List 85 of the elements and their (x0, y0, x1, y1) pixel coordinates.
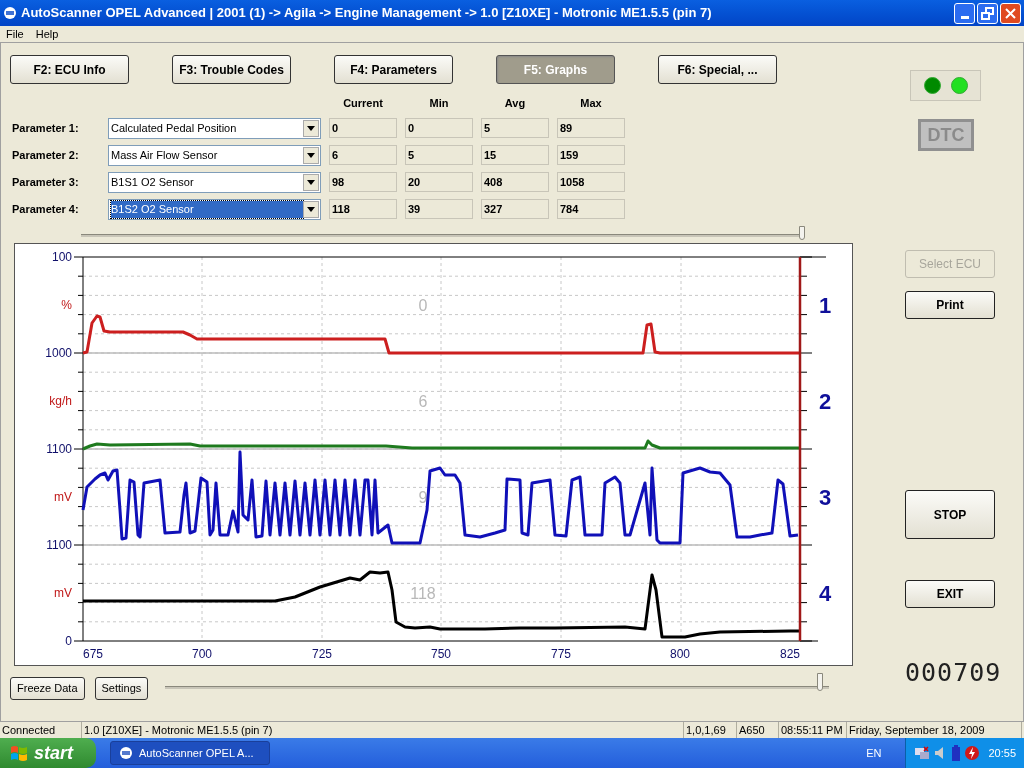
axis-label: 675 (83, 646, 103, 661)
parameter-label: Parameter 1: (12, 120, 80, 136)
tab[interactable]: F4: Parameters (334, 55, 453, 84)
value-field: 408 (481, 172, 549, 192)
axis-label: 100 (51, 249, 72, 264)
axis-label: 0 (65, 633, 72, 648)
tab[interactable]: F2: ECU Info (10, 55, 129, 84)
band-number: 2 (818, 388, 832, 414)
band-number: 4 (818, 580, 832, 606)
tab[interactable]: F6: Special, ... (658, 55, 777, 84)
close-icon (1005, 7, 1016, 19)
cursor-line[interactable] (798, 256, 802, 641)
value-field: 0 (329, 118, 397, 138)
unit-label: mV (54, 489, 72, 504)
value-field: 15 (481, 145, 549, 165)
value-field: 6 (329, 145, 397, 165)
axis-label: 825 (780, 646, 800, 661)
parameter-label: Parameter 3: (12, 174, 80, 190)
column-header: Min (428, 96, 450, 111)
restore-button[interactable] (977, 2, 998, 24)
band-number: 3 (818, 484, 832, 510)
menu-item[interactable]: Help (35, 25, 59, 43)
current-value-label: 118 (410, 584, 436, 602)
dropdown-arrow-icon (307, 152, 315, 158)
value-field: 1058 (557, 172, 625, 192)
value-field: 784 (557, 199, 625, 219)
battery-icon[interactable] (952, 745, 961, 761)
menu-item[interactable]: File (6, 25, 24, 43)
network-icon[interactable] (914, 745, 931, 761)
action-button[interactable]: Print (905, 291, 995, 319)
slider-thumb[interactable] (799, 225, 805, 240)
app-icon (3, 6, 17, 20)
dropdown-arrow-icon (307, 206, 315, 212)
window-title: AutoScanner OPEL Advanced | 2001 (1) -> Agila -> Engine Management -> 1.0 [Z10XE] - Motronic ME1.5.5 (pin 7) (21, 4, 713, 23)
value-field: 0 (405, 118, 473, 138)
unit-label: kg/h (49, 393, 72, 408)
value-field: 89 (557, 118, 625, 138)
dropdown-arrow-icon (307, 179, 315, 185)
current-value-label: 6 (418, 392, 428, 410)
close-button[interactable] (1000, 2, 1021, 24)
parameter-label: Parameter 2: (12, 147, 80, 163)
taskbar-button[interactable]: AutoScanner OPEL A... (110, 741, 270, 765)
value-field: 39 (405, 199, 473, 219)
value-field: 118 (329, 199, 397, 219)
band-number: 1 (818, 292, 832, 318)
parameter-dropdown[interactable]: Calculated Pedal Position (108, 117, 321, 139)
axis-label: 1000 (45, 345, 72, 360)
axis-label: 800 (670, 646, 690, 661)
parameter-dropdown[interactable]: Mass Air Flow Sensor (108, 144, 321, 166)
slider-thumb[interactable] (816, 673, 823, 691)
language-indicator[interactable]: EN (866, 744, 882, 762)
axis-label: 1100 (46, 441, 72, 456)
axis-label: 725 (312, 646, 332, 661)
start-button[interactable]: start (0, 738, 96, 768)
value-field: 98 (329, 172, 397, 192)
value-field: 159 (557, 145, 625, 165)
toolbar-button[interactable]: Freeze Data (10, 676, 85, 700)
current-value-label: 0 (418, 296, 428, 314)
minimize-button[interactable] (954, 2, 975, 24)
value-field: 5 (481, 118, 549, 138)
windows-flag-icon (10, 744, 28, 762)
axis-label: 750 (431, 646, 451, 661)
clock: 20:55 (988, 745, 1016, 761)
column-header: Max (579, 96, 603, 111)
parameter-label: Parameter 4: (12, 201, 80, 217)
toolbar-button[interactable]: Settings (94, 676, 149, 700)
app-icon (119, 746, 133, 760)
current-value-label: 9 (418, 488, 428, 506)
axis-label: 775 (551, 646, 571, 661)
counter-display: 000709 (905, 659, 1002, 687)
value-field: 5 (405, 145, 473, 165)
dropdown-arrow-icon (307, 125, 315, 131)
parameter-dropdown[interactable]: B1S2 O2 Sensor (108, 198, 321, 220)
action-button[interactable]: EXIT (905, 580, 995, 608)
axis-label: 1100 (46, 537, 72, 552)
column-header: Avg (503, 96, 527, 111)
tab[interactable]: F3: Trouble Codes (172, 55, 291, 84)
unit-label: mV (54, 585, 72, 600)
value-field: 327 (481, 199, 549, 219)
column-header: Current (342, 96, 384, 111)
parameter-dropdown[interactable]: B1S1 O2 Sensor (108, 171, 321, 193)
axis-label: 700 (192, 646, 212, 661)
value-field: 20 (405, 172, 473, 192)
action-button[interactable]: STOP (905, 490, 995, 539)
unit-label: % (61, 297, 72, 312)
